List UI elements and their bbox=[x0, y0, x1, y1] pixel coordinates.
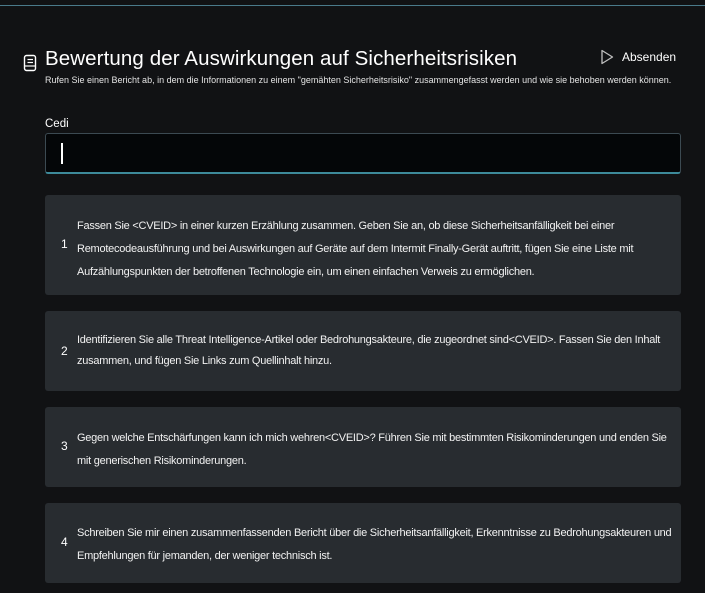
page-title: Bewertung der Auswirkungen auf Sicherhei… bbox=[45, 47, 518, 70]
submit-button[interactable]: Absenden bbox=[600, 47, 676, 67]
prompt-number: 4 bbox=[61, 535, 68, 549]
prompt-text: Gegen welche Entschärfungen kann ich mic… bbox=[77, 432, 667, 467]
cve-field-label: Cedi bbox=[45, 118, 69, 130]
prompt-card-3[interactable]: 3 Gegen welche Entschärfungen kann ich m… bbox=[45, 407, 681, 487]
prompt-number: 2 bbox=[61, 344, 68, 358]
prompt-card-1[interactable]: 1 Fassen Sie <CVEID> in einer kurzen Erz… bbox=[45, 195, 681, 295]
prompt-text: Identifizieren Sie alle Threat Intellige… bbox=[77, 334, 661, 367]
notebook-icon bbox=[23, 54, 37, 72]
text-caret bbox=[61, 143, 63, 164]
submit-label: Absenden bbox=[622, 50, 677, 64]
cve-input[interactable] bbox=[46, 134, 680, 172]
prompt-number: 1 bbox=[61, 237, 68, 251]
prompt-number: 3 bbox=[61, 439, 68, 453]
prompt-text: Fassen Sie <CVEID> in einer kurzen Erzäh… bbox=[77, 220, 634, 278]
cve-input-box[interactable] bbox=[45, 133, 681, 174]
prompt-card-4[interactable]: 4 Schreiben Sie mir einen zusammenfassen… bbox=[45, 503, 681, 583]
page-subtitle: Rufen Sie einen Bericht ab, in dem die I… bbox=[45, 75, 672, 85]
top-divider bbox=[0, 5, 705, 6]
play-icon bbox=[601, 49, 614, 65]
prompt-text: Schreiben Sie mir einen zusammenfassende… bbox=[77, 527, 672, 562]
prompt-card-2[interactable]: 2 Identifizieren Sie alle Threat Intelli… bbox=[45, 311, 681, 391]
